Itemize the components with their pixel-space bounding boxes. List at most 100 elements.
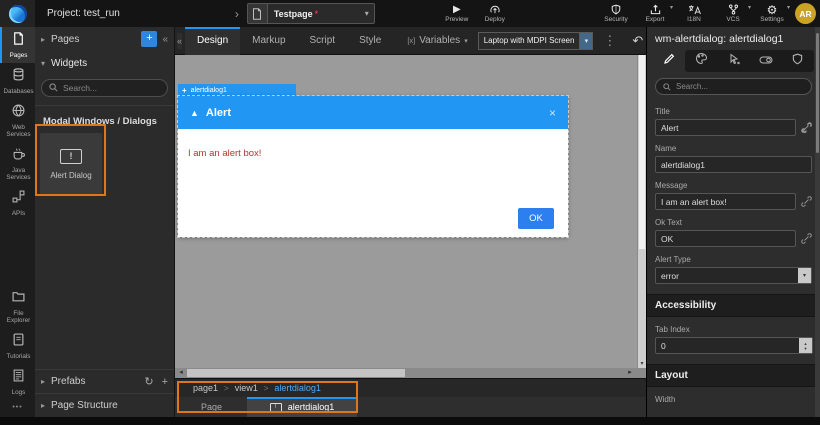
tab-index-field[interactable] [655, 337, 813, 354]
export-button[interactable]: Export ▾ [639, 0, 671, 27]
design-canvas[interactable]: + alertdialog1 ▲ Alert × I am an alert b… [175, 55, 646, 368]
add-prefab-icon[interactable]: + [162, 376, 168, 388]
breadcrumb-page1[interactable]: page1 [193, 383, 218, 393]
alert-dialog-widget[interactable]: ▲ Alert × I am an alert box! OK [178, 96, 568, 237]
undo-button[interactable]: ↶ [632, 33, 643, 49]
properties-panel-tabs [653, 50, 814, 72]
coffee-cup-icon [12, 147, 25, 165]
alert-dialog-widget-tile[interactable]: ! Alert Dialog [40, 133, 102, 195]
chevron-down-icon: ▾ [365, 9, 369, 18]
scroll-left-icon[interactable]: ◂ [176, 368, 186, 378]
wavemaker-logo-icon [9, 5, 27, 23]
breadcrumb-alertdialog1[interactable]: alertdialog1 [274, 383, 321, 393]
ok-text-field-label: Ok Text [655, 218, 812, 227]
property-search[interactable] [655, 78, 812, 95]
sidebar-item-databases[interactable]: Databases [0, 63, 35, 99]
sidebar-item-pages[interactable]: Pages [0, 27, 35, 63]
wavemaker-logo[interactable] [0, 0, 35, 27]
kebab-menu-icon[interactable]: ⋮ [603, 33, 616, 49]
scrollbar-thumb[interactable] [816, 33, 819, 153]
stepper-down-icon[interactable]: ▾ [804, 346, 806, 351]
user-avatar[interactable]: AR [795, 3, 816, 24]
collapse-panel-icon[interactable]: « [162, 34, 168, 45]
sidebar-item-tutorials[interactable]: Tutorials [0, 328, 35, 364]
sidebar-item-apis[interactable]: APIs [0, 185, 35, 221]
title-field[interactable] [655, 119, 796, 136]
widgets-section-header[interactable]: ▾ Widgets [35, 51, 174, 75]
vcs-button[interactable]: VCS ▾ [717, 0, 749, 27]
ok-text-field[interactable] [655, 230, 796, 247]
search-icon [49, 79, 58, 97]
activity-bar-spacer [0, 221, 35, 285]
bind-link-icon[interactable] [801, 233, 812, 244]
canvas-horizontal-scrollbar[interactable]: ◂ ▸ [175, 368, 646, 378]
widget-search[interactable] [41, 79, 168, 97]
tab-style[interactable]: Style [347, 27, 393, 55]
logs-icon [12, 369, 25, 387]
add-page-button[interactable]: + [141, 31, 157, 47]
tab-events[interactable] [717, 50, 749, 72]
tutorials-doc-icon [12, 333, 25, 351]
refresh-prefabs-icon[interactable]: ↻ [144, 375, 153, 388]
name-field[interactable] [655, 156, 812, 173]
security-button[interactable]: Security [600, 0, 632, 27]
sidebar-item-java-services[interactable]: Java Services [0, 142, 35, 185]
tab-styles[interactable] [685, 50, 717, 72]
page-doc-icon [248, 4, 268, 23]
name-field-label: Name [655, 144, 812, 153]
app-window: Project: test_run › Testpage * ▾ ▶ Previ… [0, 0, 820, 425]
breadcrumb-view1[interactable]: view1 [235, 383, 258, 393]
page-tab[interactable]: Page [175, 397, 247, 417]
scroll-down-icon[interactable]: ▾ [638, 360, 646, 367]
widget-category-header: Modal Windows / Dialogs [35, 108, 174, 133]
page-selector-dropdown[interactable]: Testpage * ▾ [247, 3, 375, 24]
tab-markup[interactable]: Markup [240, 27, 297, 55]
scrollbar-thumb[interactable] [639, 55, 645, 249]
canvas-bottom-tabs: Page ! alertdialog1 [175, 397, 646, 417]
prefabs-section-header[interactable]: ▸ Prefabs ↻ + [35, 369, 174, 393]
tab-toggle-device[interactable] [750, 50, 782, 72]
overflow-menu-button[interactable]: ••• [0, 400, 35, 417]
alertdialog1-tab[interactable]: ! alertdialog1 [247, 397, 357, 417]
alert-type-select[interactable]: error ▾ [655, 267, 812, 284]
scroll-right-icon[interactable]: ▸ [625, 368, 635, 378]
widget-search-input[interactable] [63, 83, 160, 93]
chevron-down-icon: ▾ [464, 37, 468, 45]
pages-section-header[interactable]: ▸ Pages + « [35, 27, 174, 51]
scrollbar-thumb[interactable] [187, 369, 405, 377]
tab-design[interactable]: Design [185, 27, 240, 55]
pencil-icon [663, 52, 675, 70]
page-structure-section-header[interactable]: ▸ Page Structure [35, 393, 174, 417]
property-search-input[interactable] [676, 82, 804, 91]
sidebar-item-file-explorer[interactable]: File Explorer [0, 285, 35, 328]
close-icon[interactable]: × [549, 106, 556, 120]
inspector-scrollbar[interactable] [815, 27, 820, 417]
ok-button[interactable]: OK [518, 208, 554, 229]
i18n-button[interactable]: I18N [678, 0, 710, 27]
layout-section-header: Layout [647, 364, 820, 387]
deploy-button[interactable]: Deploy [479, 0, 511, 27]
alert-dialog-icon: ! [60, 149, 82, 164]
selected-widget-tag[interactable]: + alertdialog1 [178, 84, 296, 96]
chevron-down-icon: ▾ [787, 4, 790, 11]
bind-link-icon[interactable] [801, 196, 812, 207]
breadcrumb-separator: > [224, 384, 229, 393]
tab-properties[interactable] [653, 50, 685, 72]
sidebar-item-web-services[interactable]: Web Services [0, 99, 35, 142]
bind-link-icon[interactable] [801, 122, 812, 133]
tab-index-stepper[interactable]: ▴ ▾ [799, 338, 812, 353]
pages-icon [12, 32, 25, 50]
preview-button[interactable]: ▶ Preview [441, 0, 473, 27]
settings-button[interactable]: ⚙ Settings ▾ [756, 0, 788, 27]
tab-script[interactable]: Script [298, 27, 348, 55]
canvas-vertical-scrollbar[interactable]: ▾ [637, 55, 646, 368]
sidebar-item-logs[interactable]: Logs [0, 364, 35, 400]
move-icon: + [182, 86, 187, 95]
alert-dialog-title: Alert [206, 107, 231, 119]
tab-security[interactable] [782, 50, 814, 72]
accessibility-section-header: Accessibility [647, 294, 820, 317]
device-selector-dropdown[interactable]: Laptop with MDPI Screen ▾ [478, 32, 594, 50]
message-field[interactable] [655, 193, 796, 210]
variables-button[interactable]: [x] Variables ▾ [407, 35, 467, 46]
collapse-left-panel-button[interactable]: « [177, 33, 182, 49]
